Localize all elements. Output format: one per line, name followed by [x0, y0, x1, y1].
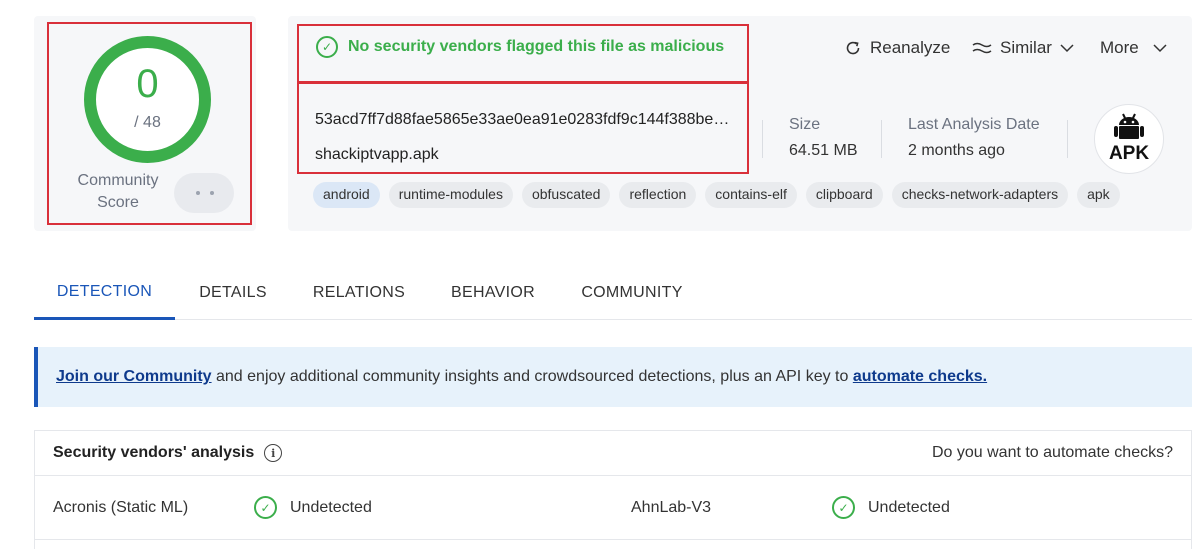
check-circle-icon: ✓: [254, 496, 277, 519]
vendor-result: Undetected: [868, 499, 950, 516]
automate-checks-question[interactable]: Do you want to automate checks?: [932, 444, 1173, 462]
size-value: 64.51 MB: [789, 142, 858, 159]
detection-score-card: 0 / 48 Community Score: [34, 16, 256, 231]
tag-obfuscated[interactable]: obfuscated: [521, 182, 611, 208]
similar-dropdown[interactable]: Similar: [972, 38, 1074, 58]
tag-clipboard[interactable]: clipboard: [805, 182, 883, 208]
file-hash[interactable]: 53acd7ff7d88fae5865e33ae0ea91e0283fdf9c1…: [315, 111, 740, 129]
refresh-icon: [846, 41, 860, 55]
chevron-down-icon: [1153, 44, 1167, 53]
size-label: Size: [789, 116, 821, 133]
community-info-text: and enjoy additional community insights …: [211, 368, 853, 385]
security-vendors-table: Security vendors' analysis i Do you want…: [34, 430, 1192, 549]
last-analysis-date-value: 2 months ago: [908, 142, 1005, 159]
divider: [881, 120, 882, 158]
vendors-header: Security vendors' analysis i Do you want…: [35, 431, 1191, 476]
tab-details[interactable]: DETAILS: [175, 266, 291, 320]
tag-runtime-modules[interactable]: runtime-modules: [388, 182, 513, 208]
detection-count: 0: [136, 61, 159, 106]
community-score-label: Community Score: [77, 172, 159, 211]
verdict-text: No security vendors flagged this file as…: [348, 38, 725, 55]
more-dropdown[interactable]: More: [1100, 38, 1167, 58]
reanalyze-button[interactable]: Reanalyze: [844, 38, 950, 58]
tab-community[interactable]: COMMUNITY: [559, 266, 705, 320]
vote-up-dot-icon: [210, 191, 214, 195]
tag-reflection[interactable]: reflection: [619, 182, 697, 208]
file-type-label: APK: [1108, 143, 1150, 164]
check-circle-icon: ✓: [316, 36, 338, 58]
vendor-name: AhnLab-V3: [631, 499, 712, 516]
vendor-result: Undetected: [290, 499, 372, 516]
vote-down-dot-icon: [196, 191, 200, 195]
divider: [1067, 120, 1068, 158]
tag-checks-network-adapters[interactable]: checks-network-adapters: [891, 182, 1069, 208]
tag-list: android runtime-modules obfuscated refle…: [313, 182, 1120, 208]
community-score-vote-toggle[interactable]: [174, 173, 234, 213]
last-analysis-date-label: Last Analysis Date: [908, 116, 1040, 133]
automate-checks-link[interactable]: automate checks.: [853, 368, 987, 386]
tab-bar: DETECTION DETAILS RELATIONS BEHAVIOR COM…: [34, 266, 1192, 320]
tag-apk[interactable]: apk: [1077, 182, 1120, 208]
vendor-name: Acronis (Static ML): [53, 499, 189, 516]
check-circle-icon: ✓: [832, 496, 855, 519]
file-name: shackiptvapp.apk: [315, 146, 439, 163]
tab-relations[interactable]: RELATIONS: [291, 266, 427, 320]
info-icon[interactable]: i: [264, 444, 283, 462]
similar-waves-icon: [972, 42, 992, 54]
join-community-link[interactable]: Join our Community: [56, 368, 212, 386]
detection-total: / 48: [134, 113, 161, 131]
detection-score-ring: 0 / 48: [84, 36, 211, 163]
community-info-bar: Join our Community and enjoy additional …: [34, 347, 1192, 407]
vendors-title: Security vendors' analysis: [53, 444, 255, 461]
divider: [762, 120, 763, 158]
tag-contains-elf[interactable]: contains-elf: [705, 182, 797, 208]
table-row: Acronis (Static ML) ✓ Undetected AhnLab-…: [35, 476, 1191, 540]
chevron-down-icon: [1060, 44, 1074, 53]
tab-detection[interactable]: DETECTION: [34, 266, 175, 320]
verdict-banner: ✓ No security vendors flagged this file …: [316, 36, 724, 58]
tab-behavior[interactable]: BEHAVIOR: [427, 266, 559, 320]
android-robot-icon: [1114, 113, 1144, 139]
tag-android[interactable]: android: [313, 182, 380, 208]
file-type-badge: APK: [1094, 104, 1164, 174]
